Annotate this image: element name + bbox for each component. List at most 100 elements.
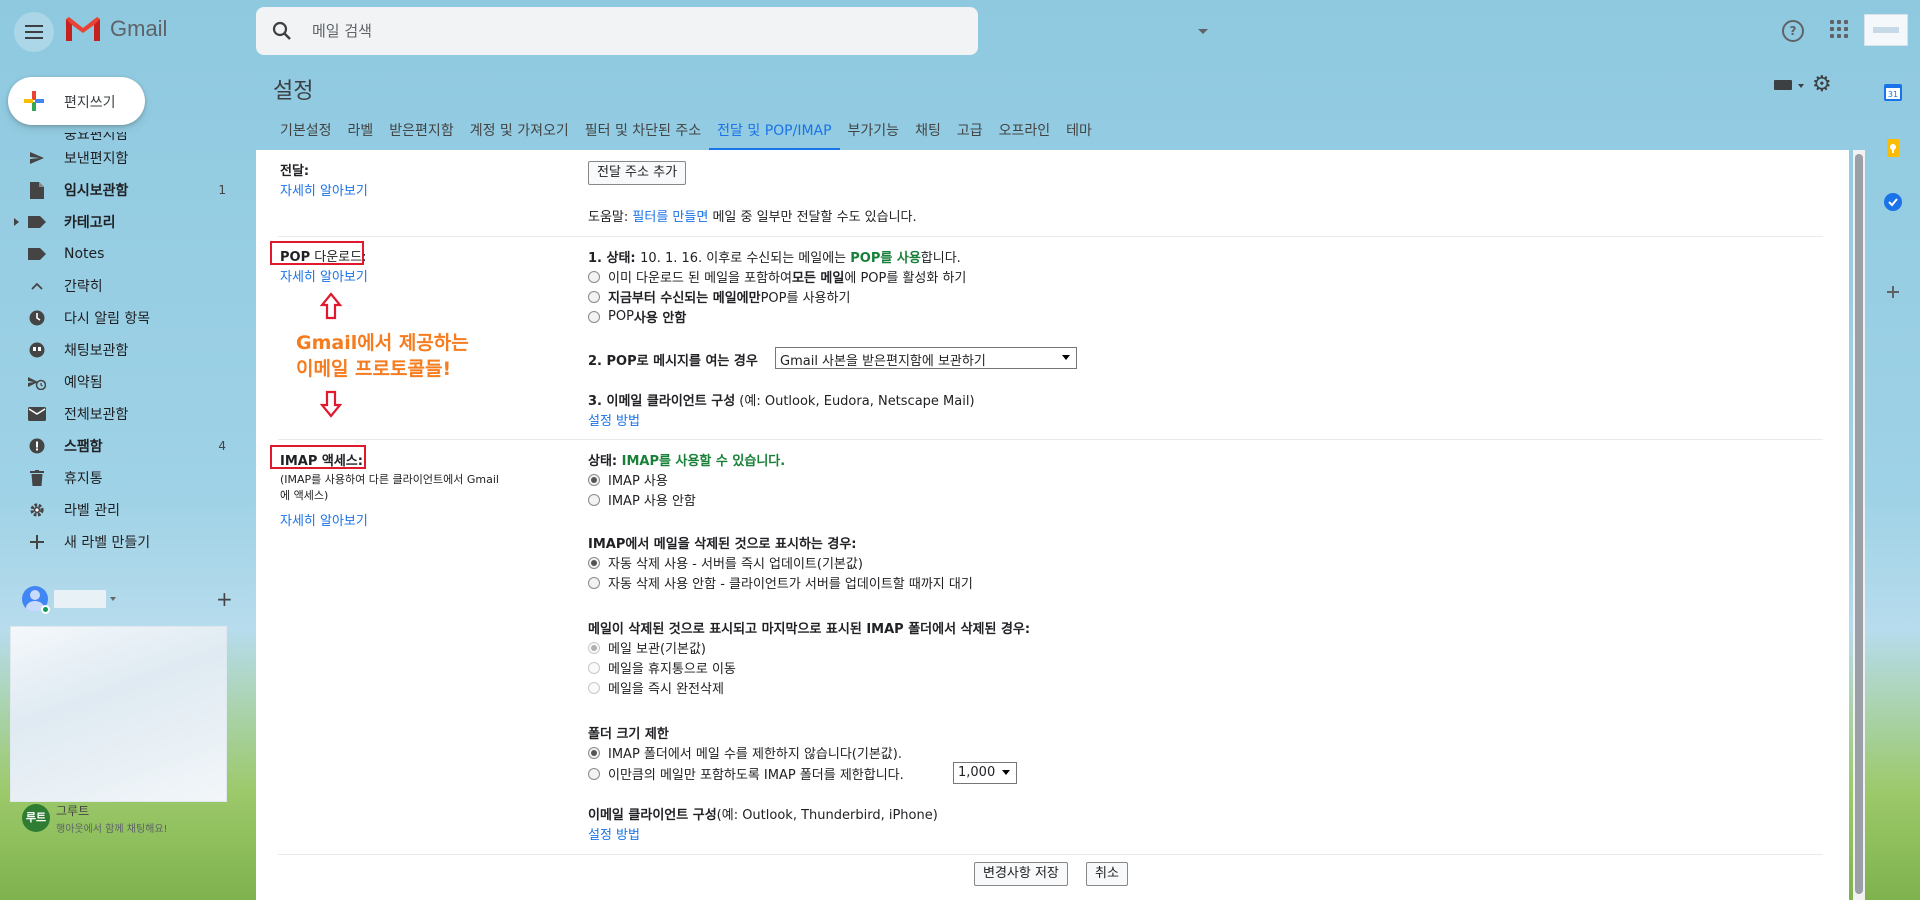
sidebar-item-categories[interactable]: 카테고리 — [0, 206, 240, 238]
pop-status: 1. 상태: 10. 1. 16. 이후로 수신되는 메일에는 POP를 사용합… — [588, 247, 961, 266]
radio-button[interactable] — [588, 681, 600, 694]
tip-suffix: 메일 중 일부만 전달할 수도 있습니다. — [708, 210, 917, 225]
expand-arrow-icon[interactable] — [14, 218, 19, 226]
add-forwarding-address-button[interactable]: 전달 주소 추가 — [588, 161, 687, 185]
trash-icon — [28, 469, 46, 487]
content-scrollbar[interactable] — [1853, 150, 1865, 900]
calendar-icon[interactable]: 31 — [1883, 82, 1903, 102]
sidebar-item-notes[interactable]: Notes — [0, 238, 240, 270]
add-chat-icon[interactable]: + — [216, 587, 233, 611]
account-avatar[interactable] — [1864, 14, 1908, 46]
hangouts-user[interactable]: + — [22, 586, 233, 614]
sidebar-item-less[interactable]: 간략히 — [0, 270, 240, 302]
option-text: IMAP 사용 — [608, 474, 668, 489]
main-menu-button[interactable] — [14, 12, 54, 52]
compose-plus-icon — [24, 91, 44, 111]
sidebar-item-drafts[interactable]: 임시보관함 1 — [0, 174, 240, 206]
sidebar-item-all-mail[interactable]: 전체보관함 — [0, 398, 240, 430]
sidebar-item-important[interactable]: 중요편지함 — [0, 132, 240, 142]
annotation-line-2: 이메일 프로토콜들! — [296, 358, 452, 380]
forwarding-tip: 도움말: 필터를 만들면 메일 중 일부만 전달할 수도 있습니다. — [588, 206, 917, 225]
hangouts-contact[interactable]: 루트 그루트 행아웃에서 함께 채팅해요! — [22, 804, 242, 840]
pop-learn-more-link[interactable]: 자세히 알아보기 — [280, 266, 368, 285]
help-icon[interactable]: ? — [1782, 20, 1804, 42]
apps-grid-icon[interactable] — [1830, 20, 1848, 38]
tab-forwarding-pop-imap[interactable]: 전달 및 POP/IMAP — [709, 108, 840, 150]
keyboard-icon[interactable] — [1774, 80, 1792, 90]
radio-button[interactable] — [588, 576, 600, 589]
tab-advanced[interactable]: 고급 — [949, 108, 991, 150]
imap-client-config: 이메일 클라이언트 구성(예: Outlook, Thunderbird, iP… — [588, 804, 938, 823]
move-to-trash-option[interactable]: 메일을 휴지통으로 이동 — [588, 658, 736, 677]
sidebar-item-label: 휴지통 — [64, 471, 103, 487]
delete-forever-option[interactable]: 메일을 즉시 완전삭제 — [588, 678, 724, 697]
radio-button[interactable] — [588, 493, 600, 506]
create-filter-link[interactable]: 필터를 만들면 — [632, 210, 708, 225]
pop-setup-link[interactable]: 설정 방법 — [588, 410, 640, 429]
radio-button[interactable] — [588, 310, 600, 323]
chevron-down-icon[interactable] — [1798, 84, 1804, 88]
tab-themes[interactable]: 테마 — [1058, 108, 1100, 150]
radio-button[interactable] — [588, 270, 600, 283]
sidebar-item-sent[interactable]: 보낸편지함 — [0, 142, 240, 174]
imap-client-title: 이메일 클라이언트 구성 — [588, 808, 717, 823]
auto-expunge-off-option[interactable]: 자동 삭제 사용 안함 - 클라이언트가 서버를 업데이트할 때까지 대기 — [588, 573, 973, 592]
sidebar-item-manage-labels[interactable]: 라벨 관리 — [0, 494, 240, 526]
tab-labels[interactable]: 라벨 — [340, 108, 382, 150]
pop-option-disable[interactable]: POP 사용 안함 — [588, 307, 686, 326]
radio-button[interactable] — [588, 473, 600, 486]
settings-gear-icon[interactable]: ⚙ — [1812, 74, 1832, 96]
radio-button[interactable] — [588, 556, 600, 569]
tab-accounts[interactable]: 계정 및 가져오기 — [462, 108, 577, 150]
tab-offline[interactable]: 오프라인 — [991, 108, 1059, 150]
pop-option-from-now[interactable]: 지금부터 수신되는 메일에만 POP를 사용하기 — [588, 287, 850, 306]
sidebar-item-chats[interactable]: 채팅보관함 — [0, 334, 240, 366]
scrollbar-thumb[interactable] — [1855, 154, 1863, 894]
archive-option[interactable]: 메일 보관(기본값) — [588, 638, 706, 657]
imap-enable-option[interactable]: IMAP 사용 — [588, 470, 668, 489]
imap-status-green: IMAP를 사용할 수 있습니다. — [621, 454, 786, 469]
gmail-logo[interactable]: Gmail — [64, 15, 167, 43]
radio-button[interactable] — [588, 746, 600, 759]
tab-chat[interactable]: 채팅 — [907, 108, 949, 150]
imap-disable-option[interactable]: IMAP 사용 안함 — [588, 490, 696, 509]
pop-title: POP 다운로드: — [280, 246, 366, 265]
auto-expunge-on-option[interactable]: 자동 삭제 사용 - 서버를 즉시 업데이트(기본값) — [588, 553, 863, 572]
folder-limit-select[interactable]: 1,000 — [953, 762, 1017, 784]
search-icon[interactable] — [272, 21, 292, 41]
tab-addons[interactable]: 부가기능 — [840, 108, 908, 150]
save-changes-button[interactable]: 변경사항 저장 — [974, 862, 1068, 886]
contact-subtitle: 행아웃에서 함께 채팅해요! — [56, 824, 168, 835]
pop-access-select[interactable]: Gmail 사본을 받은편지함에 보관하기 — [775, 347, 1077, 369]
pop-status-end: 합니다. — [920, 251, 961, 266]
sidebar-item-snoozed[interactable]: 다시 알림 항목 — [0, 302, 240, 334]
sidebar-item-trash[interactable]: 휴지통 — [0, 462, 240, 494]
option-text: 메일을 즉시 완전삭제 — [608, 682, 724, 697]
cancel-button[interactable]: 취소 — [1086, 862, 1128, 886]
tab-general[interactable]: 기본설정 — [272, 108, 340, 150]
search-input[interactable] — [312, 19, 892, 43]
radio-button[interactable] — [588, 290, 600, 303]
imap-setup-link[interactable]: 설정 방법 — [588, 824, 640, 843]
radio-button[interactable] — [588, 641, 600, 654]
sidebar-item-create-label[interactable]: 새 라벨 만들기 — [0, 526, 240, 558]
tasks-icon[interactable] — [1883, 192, 1903, 212]
compose-button[interactable]: 편지쓰기 — [8, 77, 145, 125]
no-folder-limit-option[interactable]: IMAP 폴더에서 메일 수를 제한하지 않습니다(기본값). — [588, 743, 902, 762]
add-addon-icon[interactable] — [1883, 282, 1903, 302]
keep-icon[interactable] — [1883, 138, 1903, 158]
search-options-icon[interactable] — [1198, 29, 1208, 34]
radio-button[interactable] — [588, 767, 600, 780]
imap-learn-more-link[interactable]: 자세히 알아보기 — [280, 510, 368, 529]
chevron-up-icon — [28, 277, 46, 295]
radio-button[interactable] — [588, 661, 600, 674]
imap-client-hint: (예: Outlook, Thunderbird, iPhone) — [716, 808, 938, 823]
limit-folder-option[interactable]: 이만큼의 메일만 포함하도록 IMAP 폴더를 제한합니다. — [588, 764, 904, 783]
sidebar-item-scheduled[interactable]: 예약됨 — [0, 366, 240, 398]
forwarding-learn-more-link[interactable]: 자세히 알아보기 — [280, 180, 368, 199]
sidebar-item-spam[interactable]: 스팸함 4 — [0, 430, 240, 462]
chevron-down-icon[interactable] — [110, 597, 116, 601]
pop-option-all[interactable]: 이미 다운로드 된 메일을 포함하여 모든 메일 에 POP를 활성화 하기 — [588, 267, 966, 286]
tab-filters[interactable]: 필터 및 차단된 주소 — [577, 108, 709, 150]
tab-inbox[interactable]: 받은편지함 — [381, 108, 461, 150]
